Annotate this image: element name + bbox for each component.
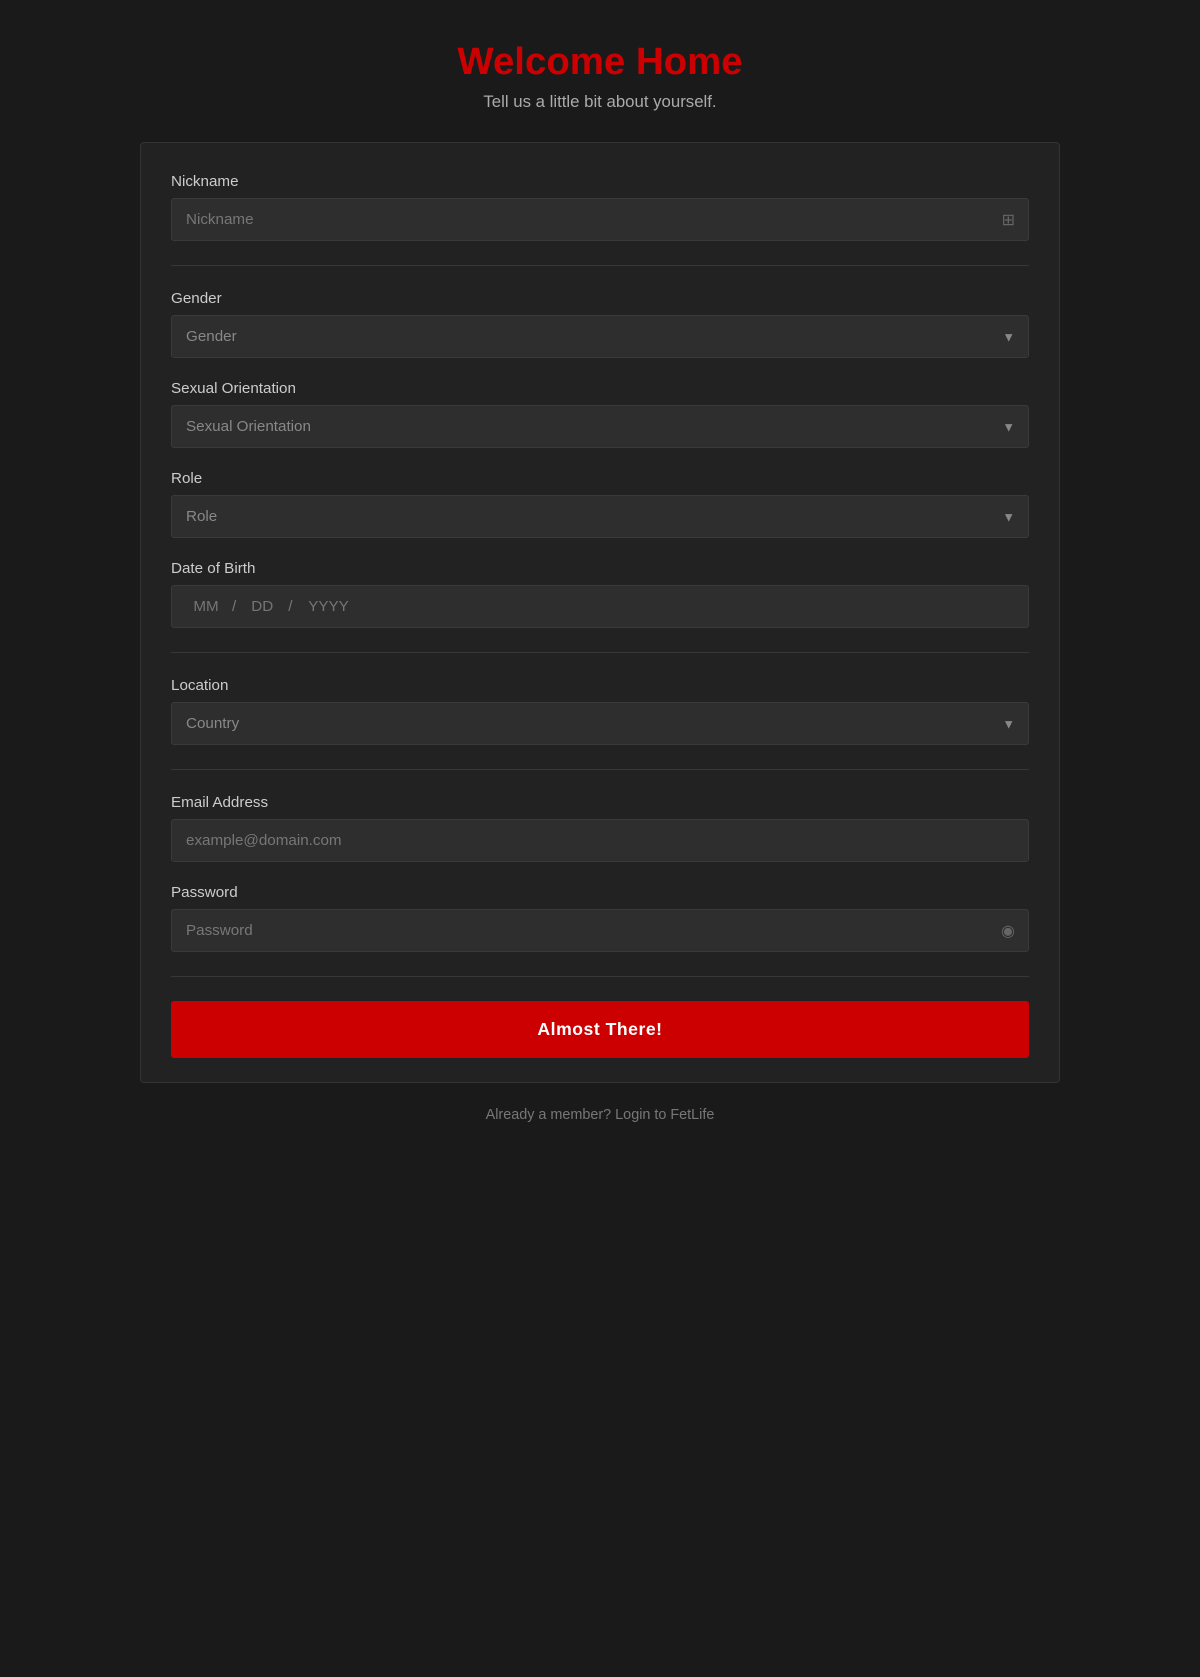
footer-text: Already a member? Login to FetLife (140, 1107, 1060, 1123)
role-select[interactable]: Role Dominant Submissive Switch Other (171, 495, 1029, 538)
dob-label: Date of Birth (171, 560, 1029, 577)
email-section: Email Address (171, 794, 1029, 862)
password-input[interactable] (171, 909, 1029, 952)
role-select-wrapper: Role Dominant Submissive Switch Other ▼ (171, 495, 1029, 538)
page-header: Welcome Home Tell us a little bit about … (140, 40, 1060, 112)
date-sep-1: / (232, 598, 236, 615)
divider-3 (171, 769, 1029, 770)
dob-section: Date of Birth / / (171, 560, 1029, 628)
nickname-section: Nickname ⊞ (171, 173, 1029, 241)
dob-day-input[interactable] (242, 598, 282, 615)
gender-label: Gender (171, 290, 1029, 307)
nickname-label: Nickname (171, 173, 1029, 190)
dob-month-input[interactable] (186, 598, 226, 615)
email-input[interactable] (171, 819, 1029, 862)
divider-4 (171, 976, 1029, 977)
page-wrapper: Welcome Home Tell us a little bit about … (140, 40, 1060, 1123)
email-label: Email Address (171, 794, 1029, 811)
submit-button[interactable]: Almost There! (171, 1001, 1029, 1058)
divider-1 (171, 265, 1029, 266)
sexual-orientation-select[interactable]: Sexual Orientation Straight Gay Bisexual… (171, 405, 1029, 448)
dob-year-input[interactable] (298, 598, 358, 615)
sexual-orientation-section: Sexual Orientation Sexual Orientation St… (171, 380, 1029, 448)
page-subtitle: Tell us a little bit about yourself. (140, 92, 1060, 112)
date-sep-2: / (288, 598, 292, 615)
nickname-input-wrapper: ⊞ (171, 198, 1029, 241)
sexual-orientation-select-wrapper: Sexual Orientation Straight Gay Bisexual… (171, 405, 1029, 448)
role-label: Role (171, 470, 1029, 487)
country-select[interactable]: Country United States United Kingdom Can… (171, 702, 1029, 745)
footer: Already a member? Login to FetLife (140, 1107, 1060, 1123)
gender-section: Gender Gender Male Female Non-binary Oth… (171, 290, 1029, 358)
role-section: Role Role Dominant Submissive Switch Oth… (171, 470, 1029, 538)
form-card: Nickname ⊞ Gender Gender Male Female Non… (140, 142, 1060, 1083)
password-label: Password (171, 884, 1029, 901)
page-title: Welcome Home (140, 40, 1060, 84)
nickname-input[interactable] (171, 198, 1029, 241)
gender-select-wrapper: Gender Male Female Non-binary Other ▼ (171, 315, 1029, 358)
password-section: Password ◉ (171, 884, 1029, 952)
gender-select[interactable]: Gender Male Female Non-binary Other (171, 315, 1029, 358)
sexual-orientation-label: Sexual Orientation (171, 380, 1029, 397)
password-input-wrapper: ◉ (171, 909, 1029, 952)
dob-input-group: / / (171, 585, 1029, 628)
location-section: Location Country United States United Ki… (171, 677, 1029, 745)
location-label: Location (171, 677, 1029, 694)
divider-2 (171, 652, 1029, 653)
country-select-wrapper: Country United States United Kingdom Can… (171, 702, 1029, 745)
